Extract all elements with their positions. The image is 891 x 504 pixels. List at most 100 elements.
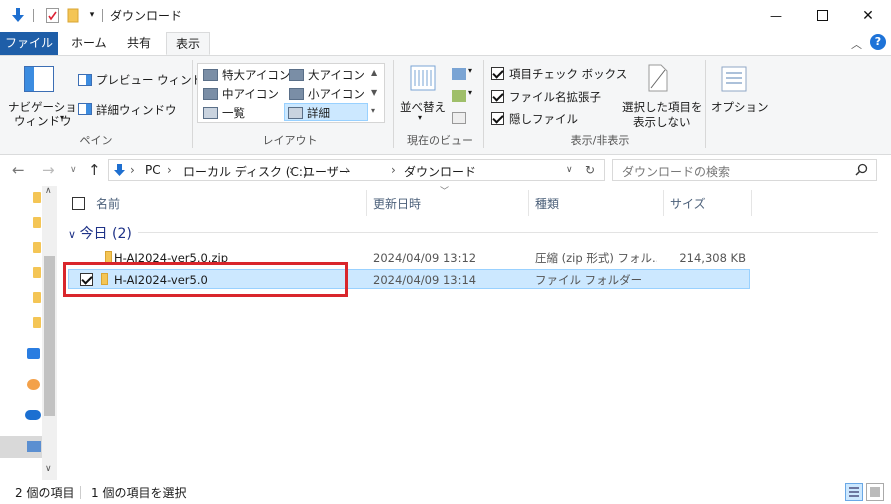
tab-home[interactable]: ホーム [62,32,116,55]
new-folder-icon[interactable] [66,7,80,23]
layout-item-label: 小アイコン [308,87,365,101]
address-row: ← → ∨ ↑ › PC › ローカル ディスク (C:) › ユーザー › ›… [0,155,891,186]
ribbon-separator [393,60,394,148]
scroll-up-icon[interactable]: ∧ [45,186,52,196]
down-arrow-icon[interactable] [10,7,26,23]
address-history-chevron-icon[interactable]: ∨ [566,165,573,175]
up-icon[interactable]: ↑ [88,161,101,179]
search-icon[interactable] [855,163,868,179]
select-all-checkbox[interactable] [72,197,85,210]
breadcrumb-separator: › [391,163,396,177]
size-columns-icon[interactable] [452,112,466,124]
tab-file[interactable]: ファイル [0,32,58,55]
app-icon[interactable] [27,348,40,359]
layout-list[interactable]: 一覧 [200,104,284,122]
layout-item-label: 詳細 [307,106,330,120]
options-icon[interactable] [721,66,747,92]
gallery-expand-icon[interactable]: ▾ [371,106,375,115]
breadcrumb-users[interactable]: ユーザー [303,163,351,180]
navigation-pane-chevron-icon[interactable]: ▾ [60,113,64,122]
back-icon[interactable]: ← [12,161,25,179]
minimize-button[interactable]: — [753,0,799,31]
item-checkboxes-checkbox[interactable] [491,67,504,80]
group-by-icon[interactable] [452,68,466,80]
navigation-pane-icon[interactable] [24,66,54,92]
onedrive-icon[interactable] [25,410,41,420]
folder-icon[interactable] [33,292,41,303]
app-icon-2[interactable] [27,379,40,390]
hidden-files-checkbox[interactable] [491,112,504,125]
hide-selected-button-line2[interactable]: 表示しない [633,114,691,130]
breadcrumb-separator: › [130,163,135,177]
group-header-today[interactable]: ∨ 今日 (2) [68,223,132,243]
folder-icon[interactable] [33,192,41,203]
ribbon: ナビゲーション ウィンドウ ▾ プレビュー ウィンドウ 詳細ウィンドウ ペイン … [0,55,891,155]
column-header-type[interactable]: 種類 [535,192,559,216]
item-checkboxes-label[interactable]: 項目チェック ボックス [509,66,627,82]
hide-selected-button[interactable]: 選択した項目を [622,99,703,115]
preview-pane-icon[interactable] [78,74,92,86]
file-type: ファイル フォルダー [535,273,643,287]
add-columns-chevron-icon[interactable]: ▾ [468,88,472,97]
large-icons-view-button[interactable] [866,483,884,501]
add-columns-icon[interactable] [452,90,466,102]
folder-icon[interactable] [33,217,41,228]
forward-icon[interactable]: → [42,161,55,179]
group-by-chevron-icon[interactable]: ▾ [468,66,472,75]
hide-selected-icon[interactable] [647,64,669,92]
qa-separator [33,9,34,22]
recent-locations-chevron-icon[interactable]: ∨ [70,165,77,175]
refresh-icon[interactable]: ↻ [585,163,595,177]
column-divider[interactable] [663,190,664,216]
details-pane-button[interactable]: 詳細ウィンドウ [96,102,177,118]
sort-by-button[interactable]: 並べ替え [400,99,446,115]
column-header-modified[interactable]: 更新日時 [373,192,421,216]
properties-icon[interactable] [44,7,60,23]
search-input[interactable]: ダウンロードの検索 [622,163,730,180]
options-button[interactable]: オプション [711,99,769,115]
gallery-scroll-down-icon[interactable]: ▼ [371,88,377,97]
customize-qa-chevron-icon[interactable]: ▾ [86,7,98,23]
file-extensions-checkbox[interactable] [491,90,504,103]
layout-large-icons[interactable]: 大アイコン [286,66,370,84]
column-divider[interactable] [751,190,752,216]
group-collapse-chevron-icon[interactable]: ∨ [68,228,80,241]
layout-small-icons[interactable]: 小アイコン [286,85,370,103]
layout-extra-large-icons[interactable]: 特大アイコン [200,66,290,84]
details-pane-icon[interactable] [78,103,92,115]
file-type: 圧縮 (zip 形式) フォル... [535,251,657,265]
scrollbar-thumb[interactable] [44,256,55,416]
breadcrumb-pc[interactable]: PC [145,163,161,177]
tab-view[interactable]: 表示 [166,32,211,55]
details-view-button[interactable] [845,483,863,501]
breadcrumb-downloads[interactable]: ダウンロード [404,163,476,180]
layout-details[interactable]: 詳細 [284,103,368,121]
column-header-size[interactable]: サイズ [670,192,706,216]
folder-icon[interactable] [33,267,41,278]
close-button[interactable]: ✕ [845,0,891,31]
layout-medium-icons[interactable]: 中アイコン [200,85,284,103]
collapse-ribbon-icon[interactable]: ︿ [851,36,862,52]
gallery-scroll-up-icon[interactable]: ▲ [371,68,377,77]
folder-icon[interactable] [33,242,41,253]
search-box[interactable]: ダウンロードの検索 [612,159,877,181]
nav-scrollbar[interactable]: ∧ ∨ [42,186,57,480]
maximize-button[interactable] [799,0,845,31]
navigation-pane[interactable]: ∧ ∨ [0,186,58,480]
help-icon[interactable]: ? [870,34,886,50]
scroll-down-icon[interactable]: ∨ [45,464,52,474]
sort-by-chevron-icon[interactable]: ▾ [418,113,422,122]
column-header-name[interactable]: 名前 [96,192,120,216]
address-bar[interactable]: › PC › ローカル ディスク (C:) › ユーザー › › ダウンロード … [108,159,605,181]
tab-share[interactable]: 共有 [118,32,160,55]
hidden-files-label[interactable]: 隠しファイル [509,111,578,127]
folder-icon[interactable] [33,317,41,328]
column-divider[interactable] [366,190,367,216]
sort-by-icon[interactable] [410,64,436,92]
file-size: 214,308 KB [679,251,746,265]
file-extensions-label[interactable]: ファイル名拡張子 [509,89,601,105]
column-divider[interactable] [528,190,529,216]
medium-icons-icon [203,88,218,100]
breadcrumb-separator: › [289,163,294,177]
breadcrumb-separator: › [345,163,350,177]
